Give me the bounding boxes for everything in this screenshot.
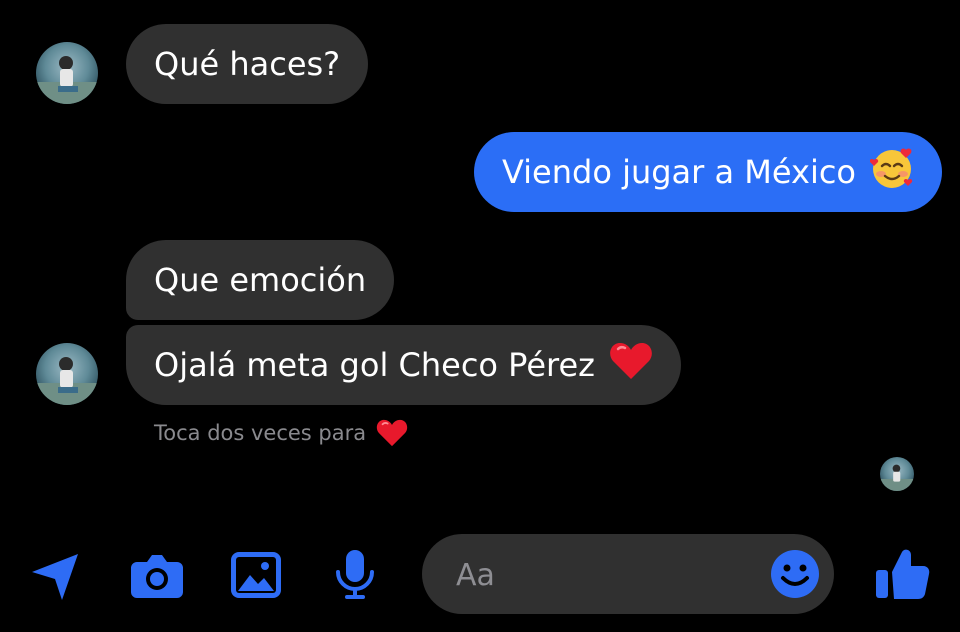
message-bubble-incoming[interactable]: Que emoción [126, 240, 395, 320]
read-receipt-avatar [880, 457, 914, 491]
message-text: Que emoción [154, 261, 367, 299]
contact-avatar[interactable] [36, 343, 98, 405]
message-input[interactable] [454, 552, 758, 598]
message-text: Qué haces? [154, 45, 341, 83]
message-bubble-incoming[interactable]: Qué haces? [126, 24, 369, 104]
image-icon[interactable] [230, 551, 282, 603]
thumbs-up-icon[interactable] [874, 546, 930, 606]
message-text: Ojalá meta gol Checo Pérez [154, 346, 595, 384]
message-bubble-outgoing[interactable]: Viendo jugar a México [473, 132, 942, 212]
red-heart-icon [376, 419, 408, 447]
camera-icon[interactable] [129, 552, 185, 604]
microphone-icon[interactable] [334, 548, 376, 606]
message-bubble-incoming[interactable]: Ojalá meta gol Checo Pérez [126, 325, 681, 405]
location-arrow-icon[interactable] [30, 550, 82, 606]
contact-avatar[interactable] [36, 42, 98, 104]
emoji-icon[interactable] [770, 549, 820, 603]
message-composer[interactable] [422, 534, 834, 614]
red-heart-icon [609, 341, 653, 389]
message-text: Viendo jugar a México [501, 153, 856, 191]
smiling-face-with-hearts-icon [869, 146, 914, 198]
hint-text: Toca dos veces para [154, 421, 367, 445]
double-tap-hint: Toca dos veces para [154, 418, 408, 448]
